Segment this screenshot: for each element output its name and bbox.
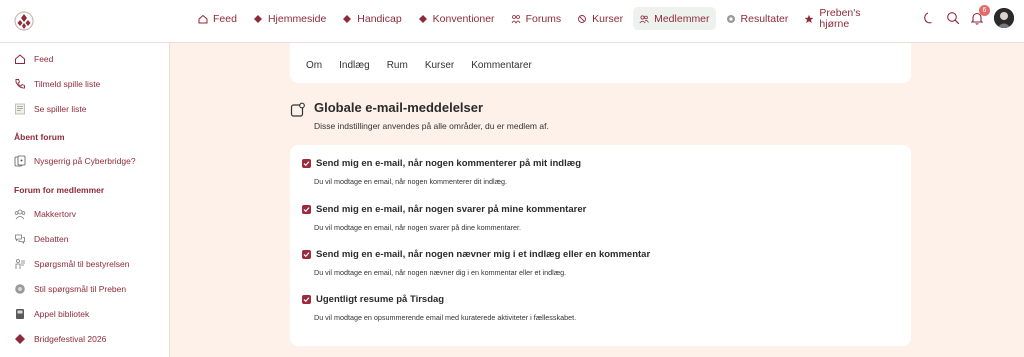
forums-icon	[511, 14, 520, 24]
option-label[interactable]: Ugentligt resume på Tirsdag	[316, 294, 444, 305]
check-icon	[303, 161, 310, 167]
section-title: Globale e-mail-meddelelser	[314, 100, 484, 115]
board-icon	[15, 259, 25, 269]
diamond-icon	[418, 14, 427, 23]
check-icon	[303, 252, 310, 258]
diamond-icon	[15, 334, 25, 344]
sidebar-item-bridgefestival[interactable]: Bridgefestival 2026	[14, 333, 106, 345]
diamond-icon	[253, 14, 262, 23]
sidebar-item-nysgerrig[interactable]: Nysgerrig på Cyberbridge?	[14, 155, 136, 167]
question-icon	[15, 284, 25, 294]
sidebar-item-debatten[interactable]: Debatten	[14, 233, 69, 245]
tab-kurser[interactable]: Kurser	[425, 60, 454, 71]
list-icon	[15, 103, 25, 115]
check-icon	[303, 297, 310, 303]
sidebar-item-label: Spørgsmål til bestyrelsen	[34, 259, 130, 269]
tab-rum[interactable]: Rum	[387, 60, 408, 71]
sidebar-item-appel-bibliotek[interactable]: Appel bibliotek	[14, 308, 89, 320]
nav-label: Feed	[213, 12, 237, 25]
top-bar: Feed Hjemmeside Handicap Konventioner Fo…	[0, 0, 1024, 43]
cards-icon	[14, 155, 26, 167]
profile-tabs: Om Indlæg Rum Kurser Kommentarer	[306, 60, 532, 71]
tab-om[interactable]: Om	[306, 60, 322, 71]
nav-label: Konventioner	[432, 12, 495, 25]
nav-item-handicap[interactable]: Handicap	[336, 7, 407, 30]
moon-icon[interactable]	[922, 11, 936, 25]
logo-icon[interactable]	[14, 10, 34, 32]
avatar-image	[994, 8, 1014, 28]
home-icon	[198, 14, 208, 23]
main-nav: Feed Hjemmeside Handicap Konventioner Fo…	[192, 5, 875, 32]
diamond-icon	[343, 14, 352, 23]
tab-kommentarer[interactable]: Kommentarer	[471, 60, 532, 71]
nav-item-prebens-hjorne[interactable]: Preben's hjørne	[798, 7, 875, 30]
nav-label: Medlemmer	[654, 12, 710, 25]
sidebar-item-feed[interactable]: Feed	[14, 53, 53, 65]
option-description: Du vil modtage en opsummerende email med…	[314, 313, 577, 322]
sidebar-heading-member-forum: Forum for medlemmer	[14, 185, 105, 195]
section-subtitle: Disse indstillinger anvendes på alle omr…	[314, 121, 549, 131]
sidebar-item-label: Feed	[34, 54, 54, 64]
option-description: Du vil modtage en email, når nogen svare…	[314, 223, 521, 232]
nav-label: Forums	[525, 12, 562, 25]
nav-item-kurser[interactable]: Kurser	[571, 7, 629, 30]
sidebar-item-sporgsmal-bestyrelsen[interactable]: Spørgsmål til bestyrelsen	[14, 258, 129, 270]
sidebar-heading-open-forum: Åbent forum	[14, 132, 65, 142]
nav-label: Kurser	[592, 12, 624, 25]
notification-badge: 6	[979, 5, 990, 16]
sidebar-item-label: Bridgefestival 2026	[34, 334, 107, 344]
home-icon	[15, 54, 25, 64]
sidebar-item-tilmeld-spille-liste[interactable]: Tilmeld spille liste	[14, 78, 100, 90]
nav-item-forums[interactable]: Forums	[505, 7, 568, 30]
profile-tabs-card: Om Indlæg Rum Kurser Kommentarer	[290, 43, 911, 83]
group-icon	[14, 209, 26, 220]
check-icon	[303, 207, 310, 213]
phone-icon	[15, 79, 25, 89]
nav-item-feed[interactable]: Feed	[192, 7, 243, 30]
nav-item-medlemmer[interactable]: Medlemmer	[633, 7, 716, 30]
sidebar-item-label: Stil spørgsmål til Preben	[34, 284, 127, 294]
sidebar-item-se-spiller-liste[interactable]: Se spiller liste	[14, 103, 86, 115]
checkbox[interactable]	[302, 205, 311, 214]
book-icon	[16, 309, 24, 319]
sidebar-item-label: Makkertorv	[34, 209, 77, 219]
nav-item-hjemmeside[interactable]: Hjemmeside	[247, 7, 332, 30]
nav-label: Resultater	[740, 12, 789, 25]
sidebar-item-label: Se spiller liste	[34, 104, 87, 114]
chat-icon	[15, 234, 25, 244]
option-label[interactable]: Send mig en e-mail, når nogen kommentere…	[316, 158, 581, 169]
checkbox[interactable]	[302, 159, 311, 168]
header-actions: 6	[922, 5, 1014, 28]
email-settings-card: Send mig en e-mail, når nogen kommentere…	[290, 145, 911, 346]
checkbox[interactable]	[302, 295, 311, 304]
sidebar-item-makkertorv[interactable]: Makkertorv	[14, 208, 76, 220]
sidebar-item-stil-sporgsmal-preben[interactable]: Stil spørgsmål til Preben	[14, 283, 126, 295]
avatar[interactable]	[994, 8, 1014, 28]
option-label[interactable]: Send mig en e-mail, når nogen nævner mig…	[316, 249, 650, 260]
sidebar-item-label: Debatten	[34, 234, 69, 244]
sidebar-item-label: Appel bibliotek	[34, 309, 90, 319]
option-label[interactable]: Send mig en e-mail, når nogen svarer på …	[316, 204, 586, 215]
star-icon	[804, 14, 814, 23]
members-icon	[639, 14, 649, 23]
sidebar-item-label: Tilmeld spille liste	[34, 79, 101, 89]
sidebar: Feed Tilmeld spille liste Se spiller lis…	[0, 43, 170, 357]
results-icon	[726, 14, 735, 23]
option-description: Du vil modtage en email, når nogen komme…	[314, 177, 507, 186]
notification-settings-icon	[290, 102, 305, 117]
nav-item-konventioner[interactable]: Konventioner	[412, 7, 501, 30]
nav-label: Hjemmeside	[267, 12, 327, 25]
checkbox[interactable]	[302, 250, 311, 259]
tab-indlaeg[interactable]: Indlæg	[339, 60, 370, 71]
nav-label: Handicap	[357, 12, 402, 25]
notifications-button[interactable]: 6	[970, 5, 990, 25]
option-description: Du vil modtage en email, når nogen nævne…	[314, 268, 567, 277]
courses-icon	[578, 14, 587, 23]
sidebar-item-label: Nysgerrig på Cyberbridge?	[34, 156, 136, 166]
nav-item-resultater[interactable]: Resultater	[720, 7, 795, 30]
search-icon[interactable]	[946, 11, 960, 25]
nav-label: Preben's hjørne	[819, 6, 861, 30]
